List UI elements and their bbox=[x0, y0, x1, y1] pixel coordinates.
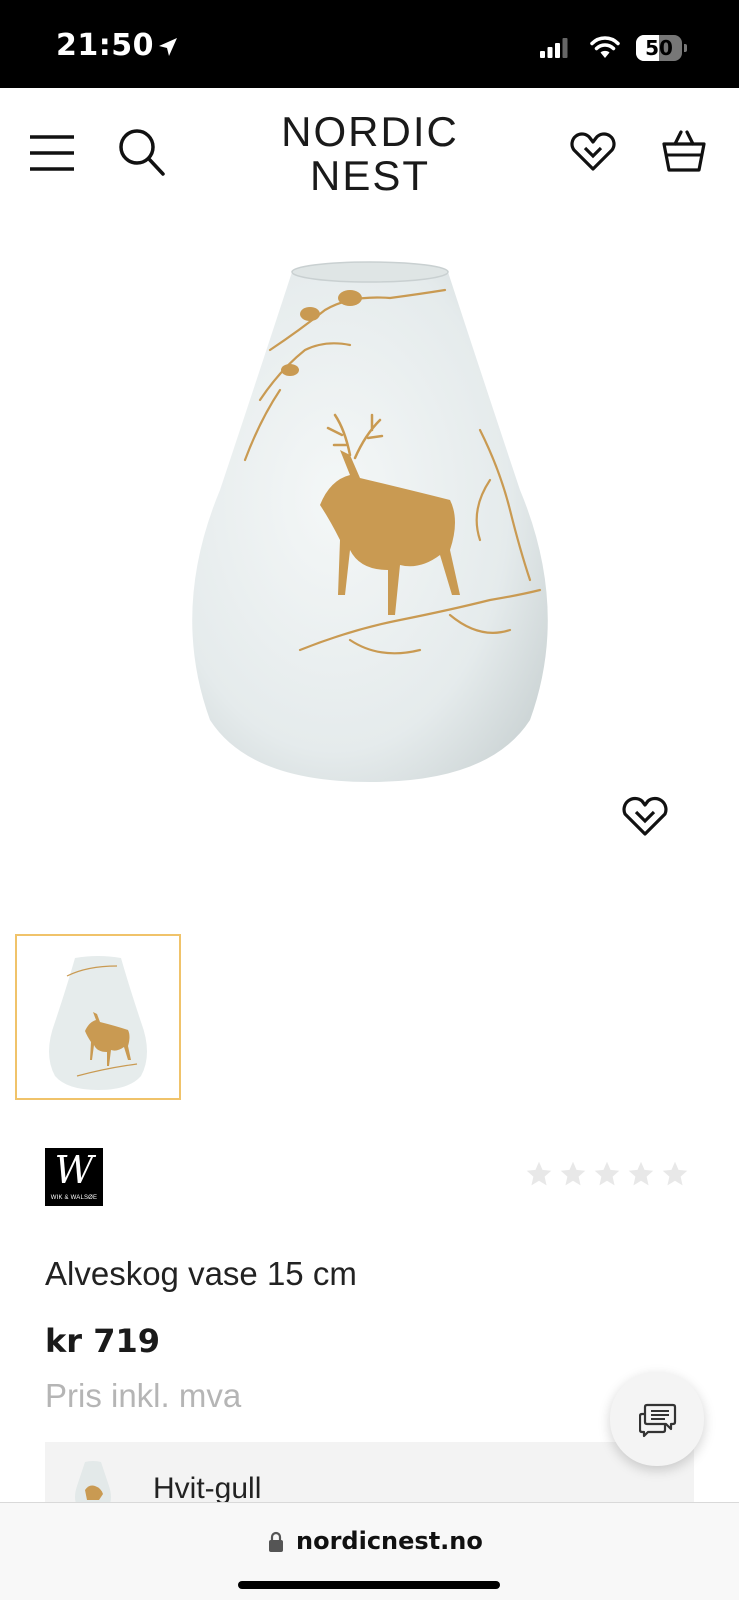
site-logo[interactable]: NORDIC NEST bbox=[270, 110, 470, 198]
battery-level: 50 bbox=[645, 36, 673, 60]
location-arrow-icon bbox=[157, 36, 179, 63]
brand-name: WIK & WALSØE bbox=[50, 1195, 98, 1201]
lock-icon bbox=[268, 1531, 284, 1558]
product-price: kr 719 bbox=[45, 1322, 160, 1360]
product-title: Alveskog vase 15 cm bbox=[45, 1255, 357, 1292]
menu-icon[interactable] bbox=[28, 133, 76, 178]
logo-line-1: NORDIC bbox=[281, 108, 459, 155]
rating-stars[interactable] bbox=[525, 1160, 689, 1188]
star-icon bbox=[662, 1161, 688, 1186]
url-text[interactable]: nordicnest.no bbox=[296, 1527, 483, 1555]
product-image[interactable] bbox=[150, 250, 590, 790]
star-icon bbox=[526, 1161, 552, 1186]
status-time: 21:50 bbox=[56, 28, 154, 63]
variant-selector[interactable]: Hvit-gull bbox=[45, 1442, 694, 1502]
price-note: Pris inkl. mva bbox=[45, 1377, 242, 1414]
star-icon bbox=[560, 1161, 586, 1186]
favorite-heart-icon[interactable] bbox=[620, 795, 670, 842]
browser-address-bar[interactable]: nordicnest.no bbox=[0, 1502, 739, 1600]
wishlist-heart-icon[interactable] bbox=[570, 132, 616, 177]
brand-mark: W bbox=[54, 1148, 94, 1192]
status-bar: 21:50 50 bbox=[0, 0, 739, 88]
wifi-icon bbox=[590, 35, 620, 64]
variant-thumbnail bbox=[71, 1460, 115, 1502]
chat-icon bbox=[638, 1402, 677, 1443]
star-icon bbox=[594, 1161, 620, 1186]
star-icon bbox=[628, 1161, 654, 1186]
brand-logo[interactable]: W WIK & WALSØE bbox=[45, 1148, 103, 1206]
product-thumbnail[interactable] bbox=[15, 934, 181, 1100]
shopping-basket-icon[interactable] bbox=[661, 128, 707, 179]
variant-label: Hvit-gull bbox=[153, 1472, 262, 1502]
home-indicator bbox=[238, 1581, 500, 1589]
chat-button[interactable] bbox=[610, 1372, 704, 1466]
battery-icon: 50 bbox=[636, 35, 688, 61]
signal-icon bbox=[540, 38, 568, 63]
logo-line-2: NEST bbox=[309, 152, 430, 199]
site-header: NORDIC NEST bbox=[0, 88, 739, 218]
search-icon[interactable] bbox=[118, 128, 166, 183]
